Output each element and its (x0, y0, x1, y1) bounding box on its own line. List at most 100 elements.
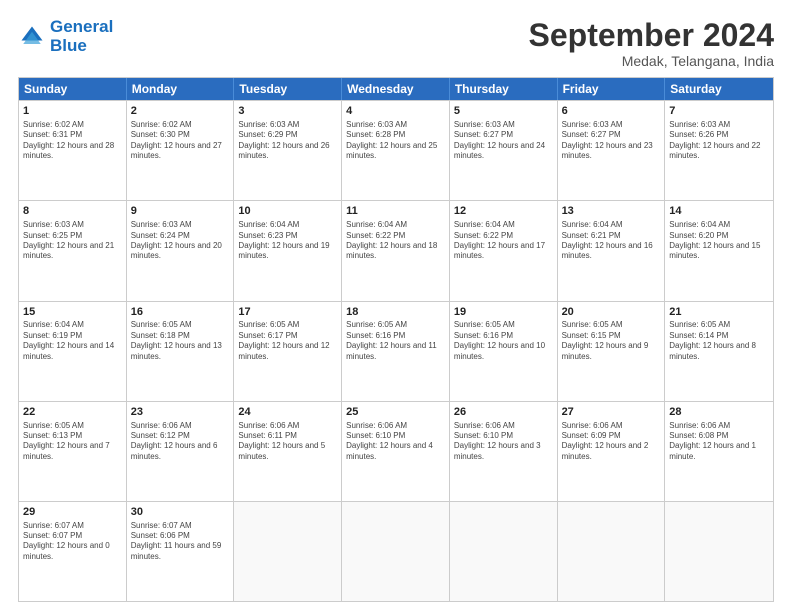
calendar-day-4: 4Sunrise: 6:03 AMSunset: 6:28 PMDaylight… (342, 101, 450, 200)
calendar-day-13: 13Sunrise: 6:04 AMSunset: 6:21 PMDayligh… (558, 201, 666, 300)
day-info: Sunrise: 6:04 AMSunset: 6:22 PMDaylight:… (454, 220, 553, 262)
day-number: 17 (238, 305, 337, 320)
calendar-day-24: 24Sunrise: 6:06 AMSunset: 6:11 PMDayligh… (234, 402, 342, 501)
header-thursday: Thursday (450, 78, 558, 100)
day-number: 27 (562, 405, 661, 420)
day-info: Sunrise: 6:03 AMSunset: 6:26 PMDaylight:… (669, 120, 769, 162)
calendar: Sunday Monday Tuesday Wednesday Thursday… (18, 77, 774, 602)
day-info: Sunrise: 6:04 AMSunset: 6:22 PMDaylight:… (346, 220, 445, 262)
calendar-day-20: 20Sunrise: 6:05 AMSunset: 6:15 PMDayligh… (558, 302, 666, 401)
calendar-day-5: 5Sunrise: 6:03 AMSunset: 6:27 PMDaylight… (450, 101, 558, 200)
calendar-row-4: 29Sunrise: 6:07 AMSunset: 6:07 PMDayligh… (19, 501, 773, 601)
calendar-day-21: 21Sunrise: 6:05 AMSunset: 6:14 PMDayligh… (665, 302, 773, 401)
day-number: 5 (454, 104, 553, 119)
day-info: Sunrise: 6:05 AMSunset: 6:13 PMDaylight:… (23, 421, 122, 463)
calendar-day-19: 19Sunrise: 6:05 AMSunset: 6:16 PMDayligh… (450, 302, 558, 401)
day-number: 20 (562, 305, 661, 320)
day-info: Sunrise: 6:06 AMSunset: 6:10 PMDaylight:… (454, 421, 553, 463)
day-info: Sunrise: 6:03 AMSunset: 6:27 PMDaylight:… (454, 120, 553, 162)
header-sunday: Sunday (19, 78, 127, 100)
day-number: 19 (454, 305, 553, 320)
calendar-day-30: 30Sunrise: 6:07 AMSunset: 6:06 PMDayligh… (127, 502, 235, 601)
day-info: Sunrise: 6:03 AMSunset: 6:25 PMDaylight:… (23, 220, 122, 262)
calendar-day-14: 14Sunrise: 6:04 AMSunset: 6:20 PMDayligh… (665, 201, 773, 300)
day-info: Sunrise: 6:06 AMSunset: 6:12 PMDaylight:… (131, 421, 230, 463)
calendar-day-12: 12Sunrise: 6:04 AMSunset: 6:22 PMDayligh… (450, 201, 558, 300)
day-info: Sunrise: 6:03 AMSunset: 6:27 PMDaylight:… (562, 120, 661, 162)
day-number: 24 (238, 405, 337, 420)
calendar-day-9: 9Sunrise: 6:03 AMSunset: 6:24 PMDaylight… (127, 201, 235, 300)
day-number: 12 (454, 204, 553, 219)
day-info: Sunrise: 6:05 AMSunset: 6:16 PMDaylight:… (346, 320, 445, 362)
day-number: 10 (238, 204, 337, 219)
calendar-row-3: 22Sunrise: 6:05 AMSunset: 6:13 PMDayligh… (19, 401, 773, 501)
day-info: Sunrise: 6:03 AMSunset: 6:29 PMDaylight:… (238, 120, 337, 162)
day-number: 1 (23, 104, 122, 119)
calendar-row-0: 1Sunrise: 6:02 AMSunset: 6:31 PMDaylight… (19, 100, 773, 200)
day-number: 25 (346, 405, 445, 420)
day-info: Sunrise: 6:05 AMSunset: 6:18 PMDaylight:… (131, 320, 230, 362)
calendar-day-2: 2Sunrise: 6:02 AMSunset: 6:30 PMDaylight… (127, 101, 235, 200)
day-number: 29 (23, 505, 122, 520)
day-number: 16 (131, 305, 230, 320)
day-info: Sunrise: 6:05 AMSunset: 6:15 PMDaylight:… (562, 320, 661, 362)
empty-cell (665, 502, 773, 601)
day-info: Sunrise: 6:03 AMSunset: 6:28 PMDaylight:… (346, 120, 445, 162)
title-block: September 2024 Medak, Telangana, India (529, 18, 774, 69)
day-number: 26 (454, 405, 553, 420)
empty-cell (450, 502, 558, 601)
day-number: 3 (238, 104, 337, 119)
day-info: Sunrise: 6:06 AMSunset: 6:10 PMDaylight:… (346, 421, 445, 463)
calendar-day-10: 10Sunrise: 6:04 AMSunset: 6:23 PMDayligh… (234, 201, 342, 300)
calendar-body: 1Sunrise: 6:02 AMSunset: 6:31 PMDaylight… (19, 100, 773, 601)
day-info: Sunrise: 6:04 AMSunset: 6:23 PMDaylight:… (238, 220, 337, 262)
header-monday: Monday (127, 78, 235, 100)
header-friday: Friday (558, 78, 666, 100)
day-number: 13 (562, 204, 661, 219)
calendar-header: Sunday Monday Tuesday Wednesday Thursday… (19, 78, 773, 100)
day-info: Sunrise: 6:06 AMSunset: 6:08 PMDaylight:… (669, 421, 769, 463)
day-number: 21 (669, 305, 769, 320)
calendar-day-16: 16Sunrise: 6:05 AMSunset: 6:18 PMDayligh… (127, 302, 235, 401)
day-info: Sunrise: 6:05 AMSunset: 6:14 PMDaylight:… (669, 320, 769, 362)
day-info: Sunrise: 6:02 AMSunset: 6:31 PMDaylight:… (23, 120, 122, 162)
calendar-day-17: 17Sunrise: 6:05 AMSunset: 6:17 PMDayligh… (234, 302, 342, 401)
day-number: 9 (131, 204, 230, 219)
calendar-day-15: 15Sunrise: 6:04 AMSunset: 6:19 PMDayligh… (19, 302, 127, 401)
day-number: 7 (669, 104, 769, 119)
calendar-day-23: 23Sunrise: 6:06 AMSunset: 6:12 PMDayligh… (127, 402, 235, 501)
calendar-day-27: 27Sunrise: 6:06 AMSunset: 6:09 PMDayligh… (558, 402, 666, 501)
calendar-day-3: 3Sunrise: 6:03 AMSunset: 6:29 PMDaylight… (234, 101, 342, 200)
day-number: 4 (346, 104, 445, 119)
day-number: 22 (23, 405, 122, 420)
day-info: Sunrise: 6:06 AMSunset: 6:09 PMDaylight:… (562, 421, 661, 463)
day-info: Sunrise: 6:06 AMSunset: 6:11 PMDaylight:… (238, 421, 337, 463)
day-info: Sunrise: 6:04 AMSunset: 6:19 PMDaylight:… (23, 320, 122, 362)
day-info: Sunrise: 6:02 AMSunset: 6:30 PMDaylight:… (131, 120, 230, 162)
day-number: 14 (669, 204, 769, 219)
day-number: 6 (562, 104, 661, 119)
empty-cell (234, 502, 342, 601)
calendar-day-29: 29Sunrise: 6:07 AMSunset: 6:07 PMDayligh… (19, 502, 127, 601)
day-number: 30 (131, 505, 230, 520)
calendar-day-1: 1Sunrise: 6:02 AMSunset: 6:31 PMDaylight… (19, 101, 127, 200)
day-info: Sunrise: 6:05 AMSunset: 6:17 PMDaylight:… (238, 320, 337, 362)
calendar-row-1: 8Sunrise: 6:03 AMSunset: 6:25 PMDaylight… (19, 200, 773, 300)
day-number: 8 (23, 204, 122, 219)
calendar-day-18: 18Sunrise: 6:05 AMSunset: 6:16 PMDayligh… (342, 302, 450, 401)
calendar-day-26: 26Sunrise: 6:06 AMSunset: 6:10 PMDayligh… (450, 402, 558, 501)
day-number: 28 (669, 405, 769, 420)
day-info: Sunrise: 6:03 AMSunset: 6:24 PMDaylight:… (131, 220, 230, 262)
day-number: 2 (131, 104, 230, 119)
location-subtitle: Medak, Telangana, India (529, 53, 774, 69)
calendar-day-25: 25Sunrise: 6:06 AMSunset: 6:10 PMDayligh… (342, 402, 450, 501)
header-wednesday: Wednesday (342, 78, 450, 100)
page: General Blue September 2024 Medak, Telan… (0, 0, 792, 612)
header-tuesday: Tuesday (234, 78, 342, 100)
logo-general: General (50, 17, 113, 36)
header: General Blue September 2024 Medak, Telan… (18, 18, 774, 69)
calendar-day-22: 22Sunrise: 6:05 AMSunset: 6:13 PMDayligh… (19, 402, 127, 501)
day-number: 23 (131, 405, 230, 420)
day-info: Sunrise: 6:04 AMSunset: 6:20 PMDaylight:… (669, 220, 769, 262)
empty-cell (558, 502, 666, 601)
